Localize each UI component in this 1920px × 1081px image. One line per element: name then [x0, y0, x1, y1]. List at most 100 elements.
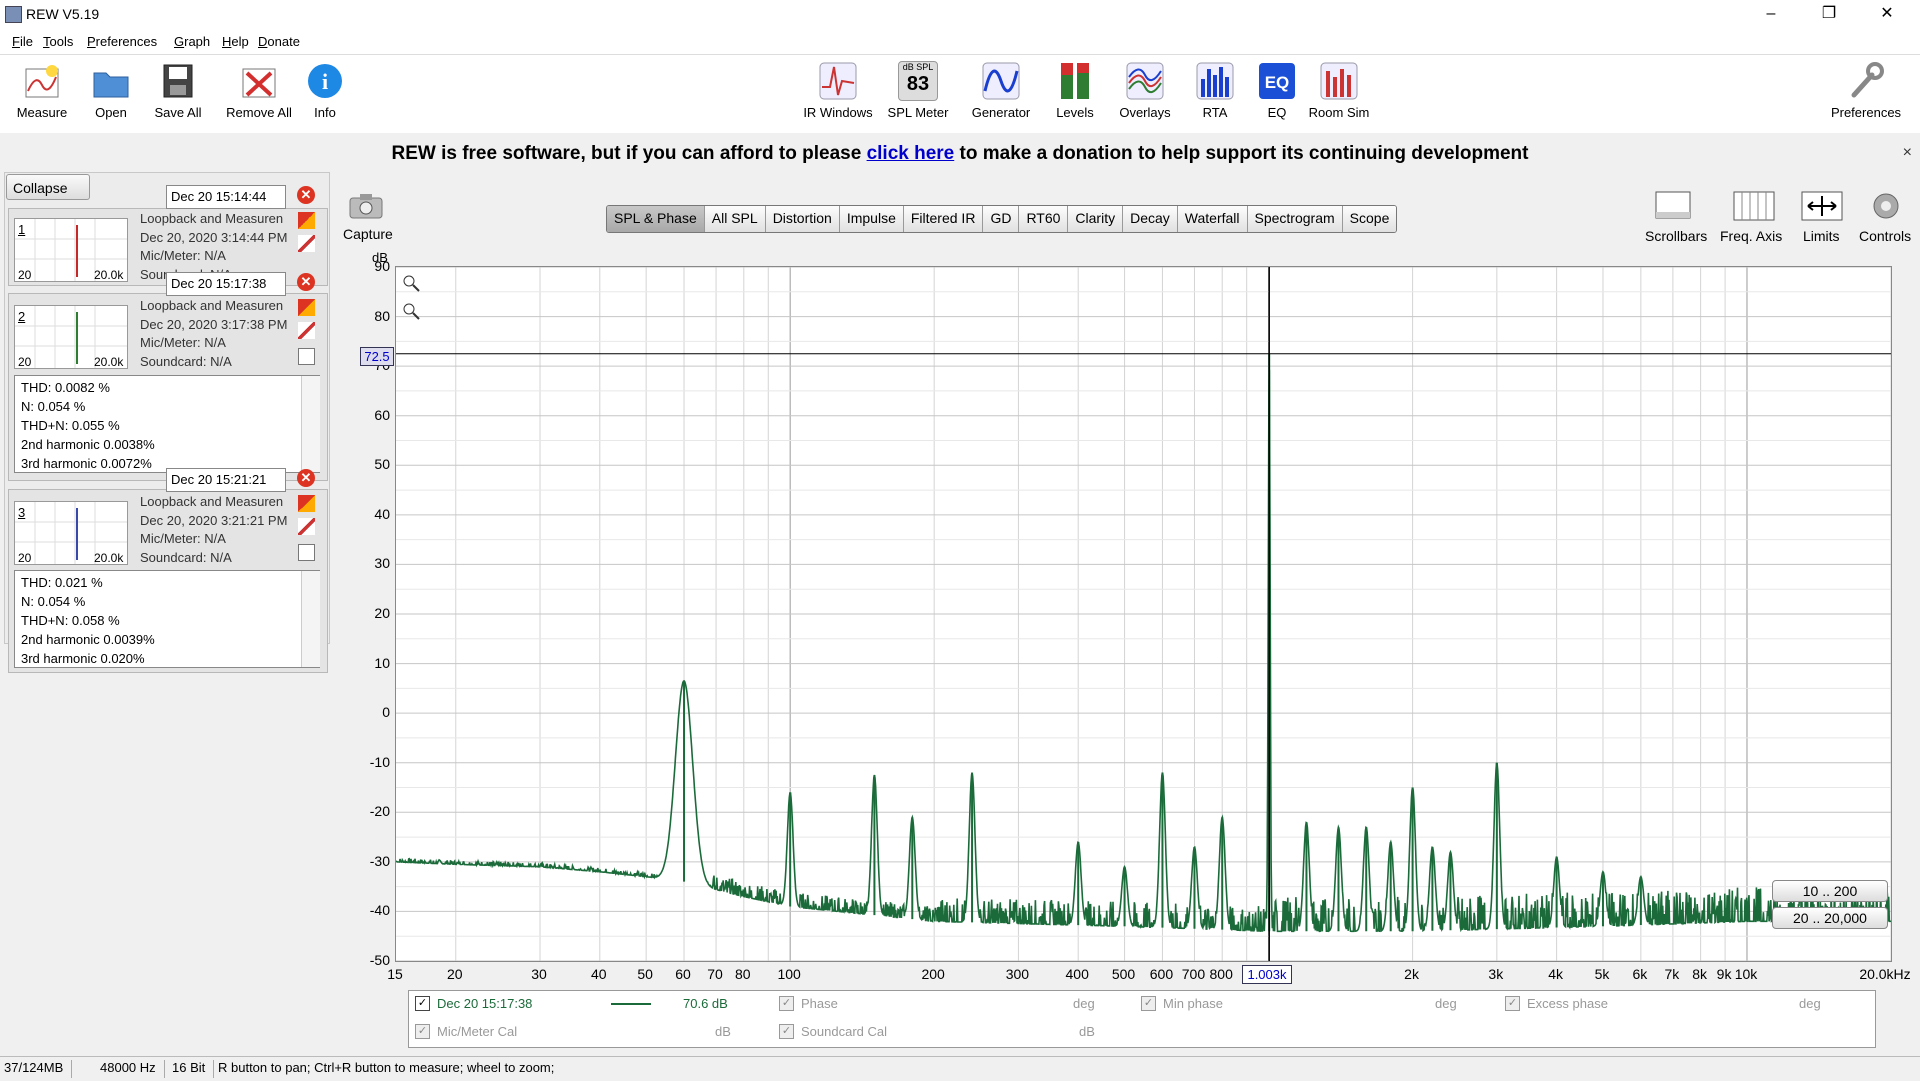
overlays-icon [1125, 61, 1165, 101]
x-tick-label: 500 [1111, 966, 1136, 982]
save-all-button[interactable]: Save All [138, 61, 218, 120]
x-tick-label: 5k [1594, 966, 1610, 982]
zoom-out-icon[interactable] [402, 302, 420, 320]
capture-label[interactable]: Capture [343, 226, 393, 242]
legend-phase-unit: deg [1073, 996, 1095, 1011]
menu-preferences[interactable]: Preferences [87, 34, 157, 49]
measure-button[interactable]: Measure [2, 61, 82, 120]
generator-button[interactable]: Generator [961, 61, 1041, 120]
tab-waterfall[interactable]: Waterfall [1177, 206, 1248, 232]
legend-excess-phase-checkbox[interactable]: ✓ [1505, 996, 1520, 1011]
legend-measurement-checkbox[interactable]: ✓ [415, 996, 430, 1011]
status-sample-rate: 48000 Hz [100, 1060, 165, 1078]
range-10-200-button[interactable]: 10 .. 200 [1772, 880, 1888, 902]
info-icon: i [305, 61, 345, 101]
spl-graph[interactable] [395, 266, 1892, 962]
x-tick-label: 10k [1734, 966, 1758, 982]
legend-soundcard-cal-checkbox[interactable]: ✓ [779, 1024, 794, 1039]
measurement-1-name: Loopback and Measuren [140, 211, 284, 226]
measurement-3-date[interactable]: Dec 20 15:21:21 [166, 468, 286, 492]
measurement-1-xmax: 20.0k [94, 268, 124, 282]
limits-label[interactable]: Limits [1803, 228, 1840, 244]
legend-phase-checkbox[interactable]: ✓ [779, 996, 794, 1011]
measurement-1-line-icon[interactable] [298, 235, 315, 252]
measurement-3-remove-icon[interactable]: ✕ [297, 469, 315, 487]
camera-icon[interactable] [348, 192, 384, 220]
ir-windows-icon [818, 61, 858, 101]
close-button[interactable]: ✕ [1864, 0, 1910, 30]
measurement-1-date[interactable]: Dec 20 15:14:44 [166, 185, 286, 209]
levels-label: Levels [1056, 105, 1094, 120]
collapse-button[interactable]: Collapse « [6, 174, 90, 226]
measurement-1-color-icon[interactable] [298, 212, 315, 229]
legend-min-phase-checkbox[interactable]: ✓ [1141, 996, 1156, 1011]
measurement-3-stats-scrollbar[interactable] [301, 571, 320, 667]
controls-gear-icon[interactable] [1870, 190, 1902, 222]
measurement-2-notes-icon[interactable] [298, 348, 315, 365]
donation-banner: REW is free software, but if you can aff… [0, 134, 1920, 174]
y-tick-label: 50 [374, 456, 390, 473]
menu-file[interactable]: File [12, 34, 33, 49]
tab-spl-phase[interactable]: SPL & Phase [607, 206, 705, 232]
scrollbars-icon[interactable] [1652, 190, 1692, 222]
donation-link[interactable]: click here [867, 143, 955, 164]
freq-axis-icon[interactable] [1732, 190, 1776, 222]
measurement-1-remove-icon[interactable]: ✕ [297, 186, 315, 204]
x-tick-label: 800 [1209, 966, 1233, 982]
levels-icon [1055, 61, 1095, 101]
measurement-1-mic: Mic/Meter: N/A [140, 248, 226, 263]
donation-close-icon[interactable]: × [1903, 144, 1912, 162]
stat-noise: N: 0.054 % [21, 594, 86, 609]
measurement-2-remove-icon[interactable]: ✕ [297, 273, 315, 291]
tab-filtered-ir[interactable]: Filtered IR [903, 206, 984, 232]
y-tick-label: 60 [374, 406, 390, 423]
legend-excess-phase-unit: deg [1799, 996, 1821, 1011]
tab-scope[interactable]: Scope [1342, 206, 1397, 232]
minimize-button[interactable]: – [1748, 0, 1794, 30]
tab-clarity[interactable]: Clarity [1068, 206, 1124, 232]
tab-gd[interactable]: GD [983, 206, 1020, 232]
app-icon [5, 6, 22, 23]
tab-impulse[interactable]: Impulse [839, 206, 904, 232]
measurement-3-line-icon[interactable] [298, 518, 315, 535]
tab-all-spl[interactable]: All SPL [704, 206, 766, 232]
measurement-2-line-icon[interactable] [298, 322, 315, 339]
range-20-20000-button[interactable]: 20 .. 20,000 [1772, 907, 1888, 929]
tab-rt60[interactable]: RT60 [1019, 206, 1069, 232]
overlays-button[interactable]: Overlays [1105, 61, 1185, 120]
measurement-3-notes-icon[interactable] [298, 544, 315, 561]
window-title: REW V5.19 [26, 6, 100, 22]
ir-windows-button[interactable]: IR Windows [798, 61, 878, 120]
tab-decay[interactable]: Decay [1123, 206, 1178, 232]
toolbar: Measure Open Save All Remove All i Info … [0, 55, 1920, 133]
tab-distortion[interactable]: Distortion [765, 206, 840, 232]
preferences-button[interactable]: Preferences [1824, 61, 1908, 120]
spl-meter-button[interactable]: dB SPL 83 SPL Meter [878, 61, 958, 120]
levels-button[interactable]: Levels [1035, 61, 1115, 120]
maximize-button[interactable]: ❐ [1806, 0, 1852, 30]
x-tick-label: 4k [1548, 966, 1563, 982]
menu-help[interactable]: Help [222, 34, 249, 49]
legend-excess-phase-label: Excess phase [1527, 996, 1608, 1011]
zoom-in-icon[interactable] [402, 274, 420, 292]
info-button[interactable]: i Info [285, 61, 365, 120]
scrollbars-label[interactable]: Scrollbars [1645, 228, 1707, 244]
limits-icon[interactable] [1800, 190, 1844, 222]
tab-spectrogram[interactable]: Spectrogram [1247, 206, 1343, 232]
measurement-2-date[interactable]: Dec 20 15:17:38 [166, 272, 286, 296]
freq-axis-label[interactable]: Freq. Axis [1720, 228, 1782, 244]
menu-donate[interactable]: Donate [258, 34, 300, 49]
menu-tools[interactable]: Tools [43, 34, 73, 49]
y-tick-label: -30 [369, 852, 390, 869]
legend-mic-cal-checkbox[interactable]: ✓ [415, 1024, 430, 1039]
y-tick-label: 10 [374, 654, 390, 671]
measurement-3-color-icon[interactable] [298, 495, 315, 512]
measurement-2-color-icon[interactable] [298, 299, 315, 316]
controls-label[interactable]: Controls [1859, 228, 1911, 244]
room-sim-button[interactable]: Room Sim [1299, 61, 1379, 120]
measurement-2-xmax: 20.0k [94, 355, 124, 369]
room-sim-icon [1319, 61, 1359, 101]
measurement-3-mic: Mic/Meter: N/A [140, 531, 226, 546]
menu-graph[interactable]: Graph [174, 34, 210, 49]
measurement-2-stats-scrollbar[interactable] [301, 376, 320, 472]
